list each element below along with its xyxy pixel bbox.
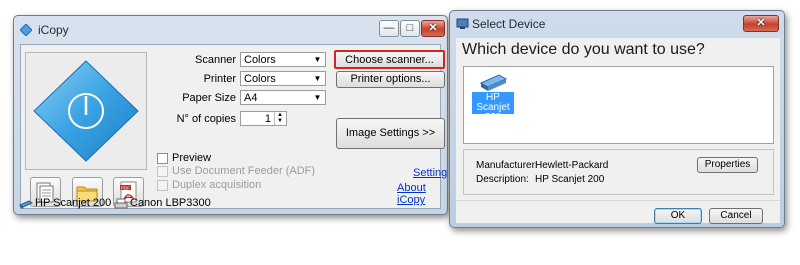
icopy-titlebar: iCopy — □ ✕ <box>14 16 447 44</box>
chevron-down-icon: ▼ <box>313 55 322 64</box>
dialog-heading: Which device do you want to use? <box>462 41 705 58</box>
choose-scanner-button[interactable]: Choose scanner... <box>334 50 445 69</box>
duplex-label: Duplex acquisition <box>172 179 262 191</box>
adf-checkbox[interactable] <box>157 166 168 177</box>
chevron-down-icon: ▼ <box>313 74 322 83</box>
description-value: HP Scanjet 200 <box>535 174 605 185</box>
icopy-app-icon <box>20 24 32 36</box>
device-item[interactable]: HP Scanjet 200 <box>471 70 515 123</box>
preview-label: Preview <box>172 152 212 164</box>
printer-mode-value: Colors <box>244 73 276 85</box>
manufacturer-label: Manufacturer: <box>476 160 538 171</box>
chevron-down-icon: ▼ <box>313 93 322 102</box>
properties-button[interactable]: Properties <box>697 157 758 173</box>
device-list[interactable]: HP Scanjet 200 <box>463 66 774 144</box>
stepper-down-icon[interactable]: ▼ <box>274 118 285 125</box>
dialog-separator <box>456 200 780 201</box>
copy-button[interactable] <box>25 52 147 170</box>
duplex-checkbox[interactable] <box>157 180 168 191</box>
printer-mode-select[interactable]: Colors ▼ <box>240 71 326 86</box>
device-app-icon <box>456 18 469 29</box>
scanner-icon <box>19 200 33 209</box>
paper-size-label: Paper Size <box>182 92 236 104</box>
maximize-icon: □ <box>406 22 414 34</box>
image-settings-button[interactable]: Image Settings >> <box>336 118 445 149</box>
device-name-line2: 200 <box>484 112 502 123</box>
copies-label: N° of copies <box>176 113 236 125</box>
status-printer: Canon LBP3300 <box>130 197 211 209</box>
printer-icon <box>114 198 128 209</box>
status-bar: HP Scanjet 200 Canon LBP3300 <box>14 196 447 212</box>
cancel-button[interactable]: Cancel <box>709 208 763 224</box>
scanner-label: Scanner <box>195 54 236 66</box>
copy-power-icon <box>33 60 139 162</box>
settings-link[interactable]: Settings <box>413 167 447 179</box>
select-device-titlebar: Select Device ✕ <box>450 11 784 39</box>
printer-label: Printer <box>203 73 236 85</box>
description-label: Description: <box>476 174 529 185</box>
paper-size-select[interactable]: A4 ▼ <box>240 90 326 105</box>
close-button[interactable]: ✕ <box>421 20 445 37</box>
preview-checkbox[interactable] <box>157 153 168 164</box>
printer-options-button[interactable]: Printer options... <box>336 71 445 88</box>
select-device-client-area: Which device do you want to use? HP Scan… <box>456 38 780 224</box>
status-scanner: HP Scanjet 200 <box>35 197 112 209</box>
manufacturer-value: Hewlett-Packard <box>535 160 609 171</box>
dialog-close-button[interactable]: ✕ <box>743 15 779 32</box>
close-icon: ✕ <box>756 17 766 29</box>
close-icon: ✕ <box>428 22 438 34</box>
device-name-line1: HP Scanjet <box>476 92 510 113</box>
select-device-title: Select Device <box>472 17 546 31</box>
scanner-mode-select[interactable]: Colors ▼ <box>240 52 326 67</box>
copies-stepper[interactable]: 1 ▲ ▼ <box>240 111 287 126</box>
minimize-icon: — <box>383 22 395 34</box>
device-item-label: HP Scanjet 200 <box>472 92 514 123</box>
svg-text:PDF: PDF <box>121 186 130 191</box>
scanner-mode-value: Colors <box>244 54 276 66</box>
minimize-button[interactable]: — <box>379 20 399 37</box>
maximize-button[interactable]: □ <box>400 20 420 37</box>
device-details-group: Manufacturer: Hewlett-Packard Descriptio… <box>463 149 774 195</box>
select-device-window: Select Device ✕ Which device do you want… <box>449 10 785 228</box>
adf-label: Use Document Feeder (ADF) <box>172 165 316 177</box>
icopy-window: iCopy — □ ✕ PDF Scanner Colors ▼ Printer… <box>13 15 448 215</box>
icopy-client-area: PDF Scanner Colors ▼ Printer Colors ▼ Pa… <box>20 44 447 209</box>
scanner-device-icon <box>479 74 508 91</box>
ok-button[interactable]: OK <box>654 208 702 224</box>
copies-value: 1 <box>264 113 271 125</box>
icopy-title: iCopy <box>38 23 69 37</box>
paper-size-value: A4 <box>244 92 258 104</box>
